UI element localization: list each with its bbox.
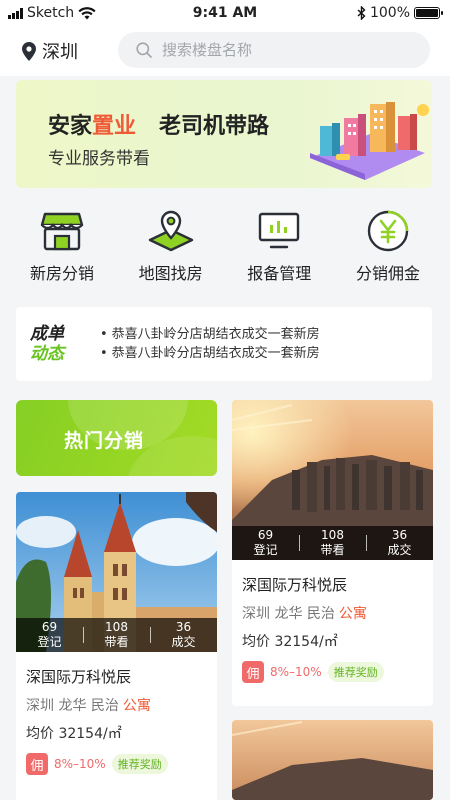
nav-commission[interactable]: 分销佣金 <box>340 208 436 288</box>
listing-photo: 69 登记 108 带看 36 成交 <box>16 492 217 652</box>
listing-commission: 佣 8%–10% 推荐奖励 <box>26 753 217 775</box>
stat-deals: 36 成交 <box>366 528 433 558</box>
property-type: 公寓 <box>338 606 367 622</box>
nav-commission-label: 分销佣金 <box>355 264 420 283</box>
stat-value: 108 <box>105 620 128 634</box>
stat-registered: 69 登记 <box>232 528 299 558</box>
listing-location: 深圳 龙华 民治 公寓 <box>242 603 433 623</box>
nav-map-search[interactable]: 地图找房 <box>123 208 219 288</box>
stat-value: 36 <box>175 620 192 634</box>
stat-value: 69 <box>257 528 274 542</box>
deals-tag-line1: 成单 <box>30 324 64 344</box>
city-name: 深圳 <box>42 42 78 63</box>
location-pin-icon <box>22 41 36 61</box>
deals-list: 恭喜八卦岭分店胡结衣成交一套新房 恭喜八卦岭分店胡结衣成交一套新房 <box>100 325 320 363</box>
listing-name: 深国际万科悦辰 <box>26 668 132 686</box>
deal-item: 恭喜八卦岭分店胡结衣成交一套新房 <box>100 325 320 344</box>
deal-item: 恭喜八卦岭分店胡结衣成交一套新房 <box>100 344 320 363</box>
stat-deals: 36 成交 <box>150 620 217 650</box>
listing-photo <box>232 720 433 800</box>
city-illustration-icon <box>310 102 429 180</box>
commission-rate: 8%–10% <box>270 665 322 679</box>
deals-ticker[interactable]: 成单 动态 恭喜八卦岭分店胡结衣成交一套新房 恭喜八卦岭分店胡结衣成交一套新房 <box>16 307 432 381</box>
stat-label: 带看 <box>320 543 345 557</box>
nav-report-management[interactable]: 报备管理 <box>231 208 327 288</box>
city-selector[interactable]: 深圳 <box>22 38 78 64</box>
commission-rate: 8%–10% <box>54 757 106 771</box>
stat-label: 登记 <box>37 635 62 649</box>
reward-tag: 推荐奖励 <box>111 754 168 774</box>
nav-new-homes[interactable]: 新房分销 <box>14 208 110 288</box>
listing-card[interactable] <box>232 720 433 800</box>
listing-stats: 69 登记 108 带看 36 成交 <box>16 618 217 652</box>
battery-info: 100% <box>357 5 443 21</box>
stat-viewings: 108 带看 <box>299 528 366 558</box>
nav-report-management-label: 报备管理 <box>247 264 312 283</box>
listing-stats: 69 登记 108 带看 36 成交 <box>232 526 433 560</box>
stat-value: 69 <box>41 620 58 634</box>
banner-subtitle: 专业服务带看 <box>48 149 150 169</box>
banner-title-part2: 老司机带路 <box>159 114 270 139</box>
location-text: 深圳 龙华 民治 <box>26 698 119 714</box>
stat-label: 成交 <box>171 635 196 649</box>
search-icon <box>136 42 152 58</box>
hot-distribution-card[interactable]: 热门分销 <box>16 400 217 476</box>
stat-label: 带看 <box>104 635 129 649</box>
listing-card[interactable]: 69 登记 108 带看 36 成交 深国际万科悦辰 深圳 龙华 民治 公寓 均价 32… <box>16 492 217 800</box>
property-type: 公寓 <box>122 698 151 714</box>
reward-tag: 推荐奖励 <box>327 662 384 682</box>
listing-card[interactable]: 69 登记 108 带看 36 成交 深国际万科悦辰 深圳 龙华 民治 公寓 均价 32… <box>232 400 433 706</box>
listing-photo: 69 登记 108 带看 36 成交 <box>232 400 433 560</box>
battery-percent: 100% <box>369 5 410 21</box>
stat-value: 36 <box>391 528 408 542</box>
deals-tag-line2: 动态 <box>30 344 64 364</box>
status-bar: Sketch 9:41 AM 100% <box>0 0 450 28</box>
nav-map-search-label: 地图找房 <box>138 264 203 283</box>
quick-nav: 新房分销 地图找房 报备管理 分销佣金 <box>0 208 450 288</box>
listing-price: 均价 32154/㎡ <box>26 726 122 742</box>
bluetooth-icon <box>357 6 366 20</box>
location-text: 深圳 龙华 民治 <box>242 606 335 622</box>
banner-title: 安家置业 老司机带路 <box>48 108 269 140</box>
stat-label: 成交 <box>387 543 412 557</box>
listing-name: 深国际万科悦辰 <box>242 576 348 594</box>
banner-title-part1: 安家 <box>48 114 93 139</box>
commission-badge: 佣 <box>26 753 48 775</box>
promo-banner[interactable]: 安家置业 老司机带路 专业服务带看 <box>16 80 432 188</box>
commission-badge: 佣 <box>242 661 264 683</box>
top-header: 深圳 <box>0 28 450 76</box>
map-pin-icon <box>148 210 193 252</box>
banner-title-accent: 置业 <box>92 114 137 139</box>
search-input[interactable] <box>162 41 402 59</box>
battery-icon <box>414 7 443 19</box>
stat-registered: 69 登记 <box>16 620 83 650</box>
deals-tag: 成单 动态 <box>30 324 78 364</box>
search-bar[interactable] <box>118 32 430 68</box>
stat-viewings: 108 带看 <box>83 620 150 650</box>
monitor-chart-icon <box>259 212 300 249</box>
stat-value: 108 <box>321 528 344 542</box>
listing-location: 深圳 龙华 民治 公寓 <box>26 695 217 715</box>
hot-distribution-label: 热门分销 <box>64 430 145 452</box>
yen-coin-icon <box>367 210 409 252</box>
listing-commission: 佣 8%–10% 推荐奖励 <box>242 661 433 683</box>
listing-price: 均价 32154/㎡ <box>242 634 338 650</box>
stat-label: 登记 <box>253 543 278 557</box>
storefront-icon <box>40 212 84 251</box>
nav-new-homes-label: 新房分销 <box>29 264 94 283</box>
